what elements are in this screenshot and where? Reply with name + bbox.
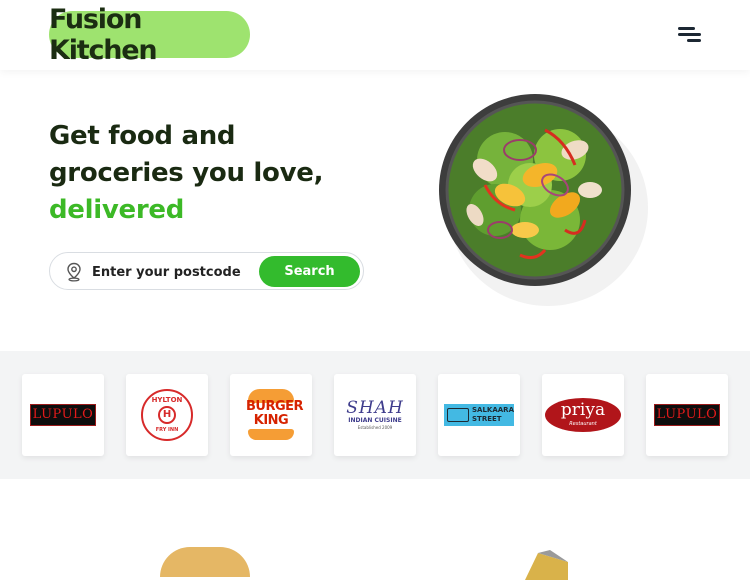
burger-king-logo-text1: BURGER	[246, 399, 304, 414]
salkaara-logo-text2: STREET	[472, 415, 502, 423]
salkaara-street-logo: SALKAARA STREET	[444, 404, 514, 426]
hamburger-menu-icon[interactable]	[676, 25, 704, 47]
restaurant-card-hylton[interactable]: HYLTON H FRY INN	[126, 374, 208, 456]
brand-logo-text: Fusion Kitchen	[49, 3, 158, 66]
restaurant-card-lupulo-2[interactable]: LUPULO	[646, 374, 728, 456]
burger-image-peek	[160, 547, 250, 577]
restaurant-card-salkaara-street[interactable]: SALKAARA STREET	[438, 374, 520, 456]
hero-title: Get food and groceries you love, deliver…	[49, 118, 389, 229]
restaurant-card-burger-king[interactable]: BURGER KING	[230, 374, 312, 456]
top-header: Fusion Kitchen	[0, 0, 750, 70]
burger-king-logo: BURGER KING	[246, 389, 304, 441]
postcode-search-box: Search	[49, 252, 364, 290]
restaurant-card-priya[interactable]: priya Restaurant	[542, 374, 624, 456]
brand-logo[interactable]: Fusion Kitchen	[49, 4, 250, 66]
shah-logo-subtext: INDIAN CUISINE	[348, 417, 402, 424]
location-pin-icon	[67, 262, 81, 282]
lupulo-logo: LUPULO	[29, 404, 97, 426]
hylton-logo-text: HYLTON	[151, 396, 183, 404]
hero-title-line1: Get food and	[49, 121, 236, 151]
shah-logo: SHAH INDIAN CUISINE Established 2009	[346, 399, 404, 431]
lupulo-logo: LUPULO	[653, 404, 721, 426]
hero-title-accent: delivered	[49, 195, 185, 225]
food-truck-icon	[447, 408, 469, 422]
hero-title-line2: groceries you love,	[49, 158, 324, 188]
search-button[interactable]: Search	[259, 256, 360, 287]
priya-logo: priya Restaurant	[545, 398, 621, 432]
hylton-logo: HYLTON H FRY INN	[141, 389, 193, 441]
salkaara-logo-text1: SALKAARA	[472, 406, 514, 414]
salad-bowl-image	[439, 94, 648, 306]
priya-logo-subtext: Restaurant	[569, 421, 597, 427]
hylton-emblem-icon: H	[158, 406, 176, 424]
cheese-image-peek	[525, 550, 568, 580]
burger-king-logo-text2: KING	[253, 413, 289, 428]
shah-logo-text: SHAH	[346, 398, 404, 418]
priya-logo-text: priya	[560, 400, 606, 420]
shah-logo-subtext2: Established 2009	[357, 425, 393, 430]
restaurant-card-shah[interactable]: SHAH INDIAN CUISINE Established 2009	[334, 374, 416, 456]
restaurant-logos-strip: LUPULO HYLTON H FRY INN BURGER KING SHAH…	[0, 351, 750, 479]
postcode-input[interactable]	[92, 259, 260, 285]
hylton-logo-subtext: FRY INN	[155, 427, 179, 433]
restaurant-card-lupulo[interactable]: LUPULO	[22, 374, 104, 456]
